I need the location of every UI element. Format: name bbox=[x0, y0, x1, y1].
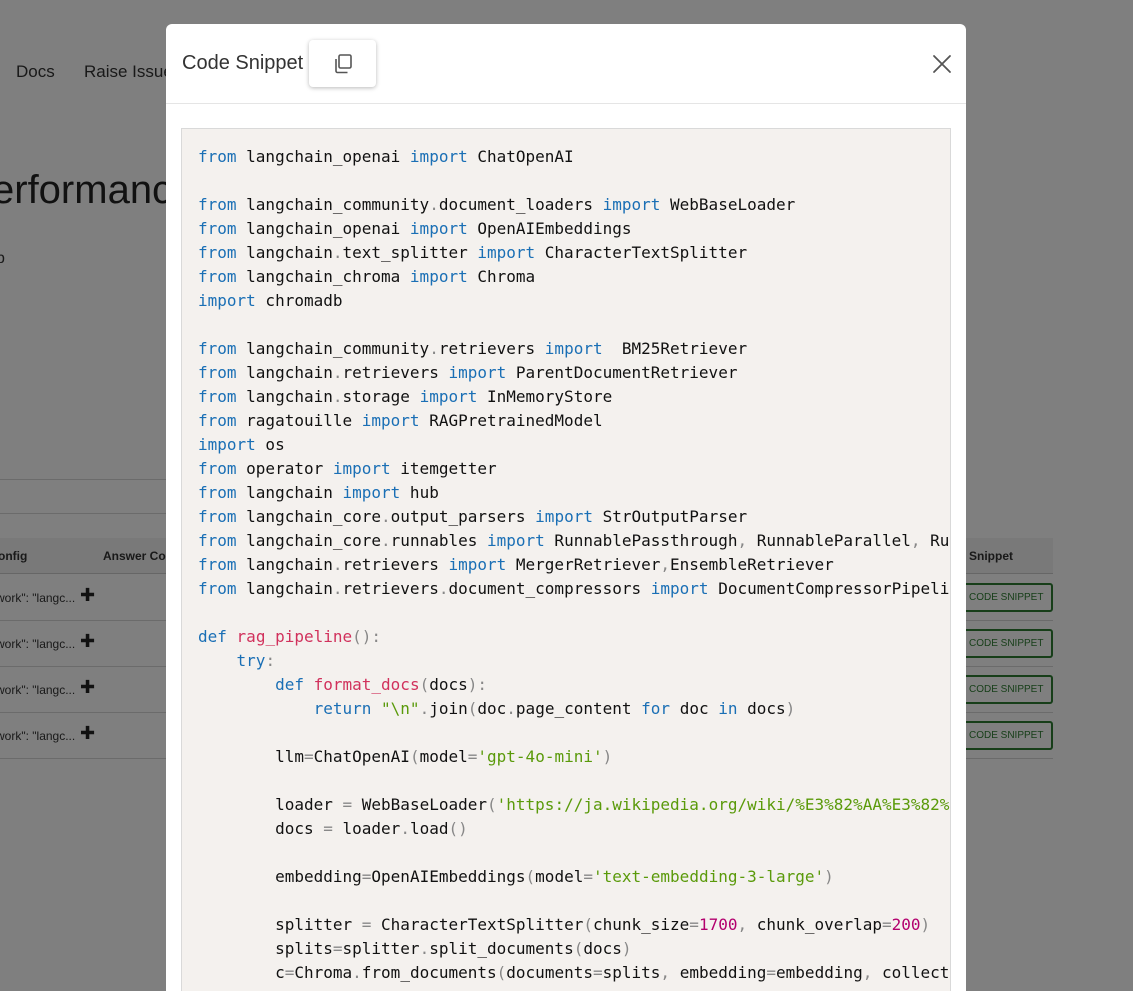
code-line: def rag_pipeline(): bbox=[198, 627, 382, 646]
code-line: from langchain.retrievers import MergerR… bbox=[198, 555, 834, 574]
code-line: from langchain.retrievers import ParentD… bbox=[198, 363, 738, 382]
code-line: from langchain import hub bbox=[198, 483, 439, 502]
copy-icon bbox=[335, 54, 352, 74]
code-snippet-modal: Code Snippet from langchain_openai impor… bbox=[166, 24, 966, 991]
code-line: c=Chroma.from_documents(documents=splits… bbox=[198, 963, 950, 982]
code-line: from langchain.retrievers.document_compr… bbox=[198, 579, 951, 598]
code-line: from langchain_community.retrievers impo… bbox=[198, 339, 748, 358]
code-line: from ragatouille import RAGPretrainedMod… bbox=[198, 411, 603, 430]
code-line: from langchain.storage import InMemorySt… bbox=[198, 387, 613, 406]
copy-button[interactable] bbox=[309, 40, 376, 87]
code-line: from langchain_openai import OpenAIEmbed… bbox=[198, 219, 632, 238]
code-line: try: bbox=[236, 651, 276, 670]
code-line: from langchain_chroma import Chroma bbox=[198, 267, 536, 286]
code-line: from langchain_core.output_parsers impor… bbox=[198, 507, 748, 526]
code-line: splits=splitter.split_documents(docs) bbox=[198, 939, 632, 958]
code-line: import os bbox=[198, 435, 285, 454]
close-button[interactable] bbox=[930, 52, 954, 76]
code-line: from langchain.text_splitter import Char… bbox=[198, 243, 748, 262]
code-line: docs = loader.load() bbox=[198, 819, 468, 838]
code-line: loader = WebBaseLoader('https://ja.wikip… bbox=[198, 795, 951, 814]
code-content: from langchain_openai import ChatOpenAI f… bbox=[198, 145, 951, 985]
code-line: llm=ChatOpenAI(model='gpt-4o-mini') bbox=[198, 747, 613, 766]
code-line: embedding=OpenAIEmbeddings(model='text-e… bbox=[198, 867, 834, 886]
modal-title: Code Snippet bbox=[182, 52, 304, 74]
code-line: from langchain_openai import ChatOpenAI bbox=[198, 147, 574, 166]
modal-header: Code Snippet bbox=[166, 24, 966, 104]
code-block[interactable]: from langchain_openai import ChatOpenAI f… bbox=[181, 128, 951, 991]
code-line: from langchain_community.document_loader… bbox=[198, 195, 796, 214]
code-line: import chromadb bbox=[198, 291, 343, 310]
code-line: splitter = CharacterTextSplitter(chunk_s… bbox=[198, 915, 931, 934]
close-icon bbox=[933, 55, 951, 73]
code-line: from operator import itemgetter bbox=[198, 459, 497, 478]
code-line: from langchain_core.runnables import Run… bbox=[198, 531, 950, 550]
code-line: return "\n".join(doc.page_content for do… bbox=[313, 699, 796, 718]
code-line: def format_docs(docs): bbox=[275, 675, 488, 694]
